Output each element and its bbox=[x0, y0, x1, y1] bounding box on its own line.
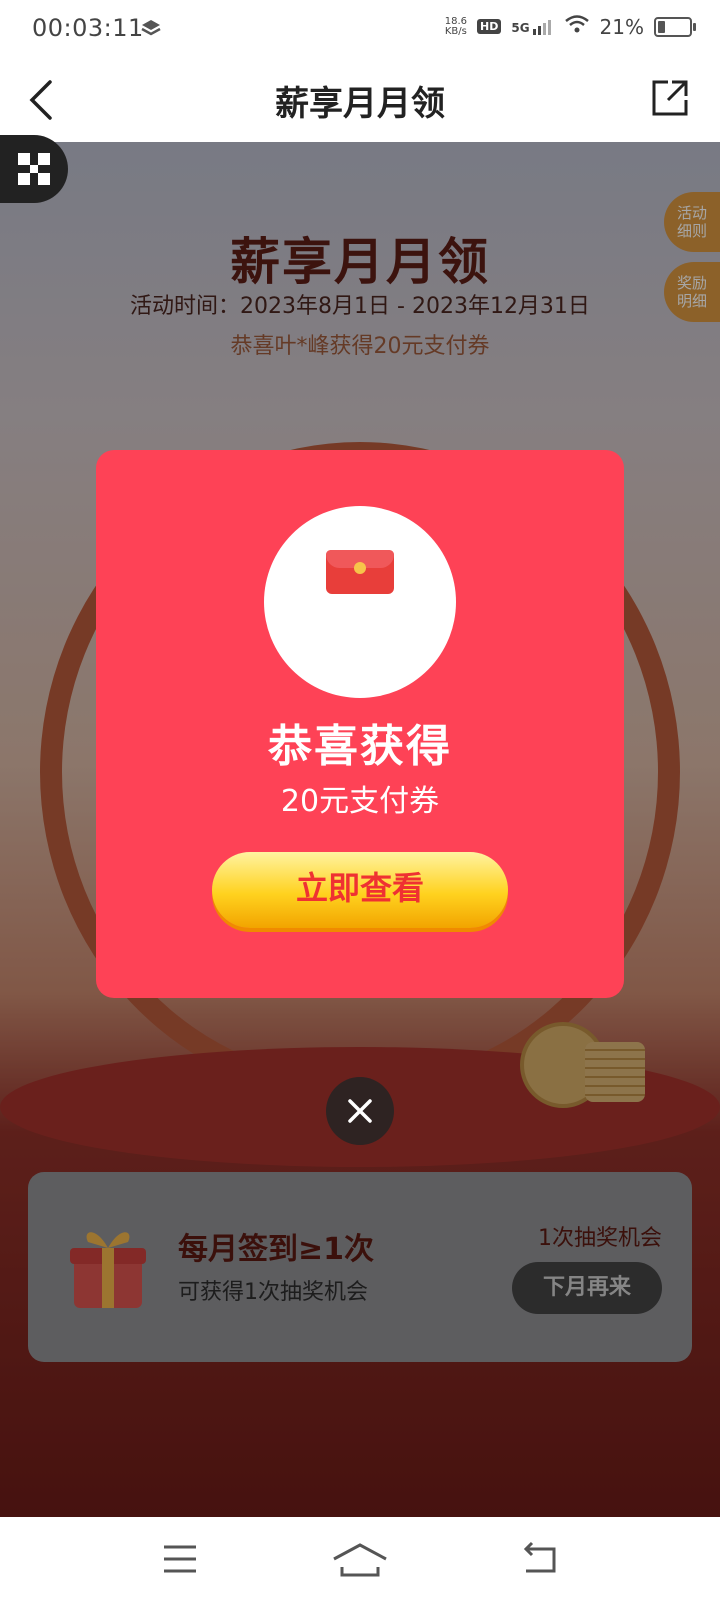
menu-icon[interactable] bbox=[158, 1537, 202, 1581]
qr-icon bbox=[18, 153, 50, 185]
status-bar: 00:03:11 18.6 KB/s HD 5G 21% bbox=[0, 0, 720, 58]
close-modal-button[interactable] bbox=[326, 1077, 394, 1145]
network-label: 5G bbox=[511, 20, 530, 35]
battery-percent: 21% bbox=[599, 14, 644, 39]
prize-modal: 恭喜获得 20元支付券 立即查看 bbox=[96, 450, 624, 998]
signal-5g-icon: 5G bbox=[511, 19, 553, 35]
share-icon[interactable] bbox=[650, 78, 690, 118]
view-now-button[interactable]: 立即查看 bbox=[212, 852, 508, 928]
status-time: 00:03:11 bbox=[32, 14, 144, 42]
nav-bar: 薪享月月领 bbox=[0, 58, 720, 142]
close-icon bbox=[348, 1099, 372, 1123]
prize-icon-circle bbox=[264, 506, 456, 698]
system-nav-bar bbox=[0, 1517, 720, 1600]
status-right: 18.6 KB/s HD 5G 21% bbox=[444, 14, 696, 39]
modal-prize: 20元支付券 bbox=[280, 784, 440, 819]
floating-qr-button[interactable] bbox=[0, 135, 68, 203]
hd-badge: HD bbox=[477, 19, 502, 34]
net-speed-unit: KB/s bbox=[444, 25, 467, 37]
red-envelope-icon bbox=[326, 550, 394, 594]
modal-title: 恭喜获得 bbox=[268, 721, 452, 772]
layers-icon bbox=[140, 18, 162, 44]
battery-icon bbox=[654, 16, 696, 37]
page-title: 薪享月月领 bbox=[275, 84, 445, 124]
back-nav-icon[interactable] bbox=[518, 1537, 562, 1581]
home-icon[interactable] bbox=[330, 1537, 390, 1581]
net-speed: 18.6 KB/s bbox=[444, 15, 467, 37]
net-speed-value: 18.6 bbox=[444, 15, 467, 27]
wifi-icon bbox=[564, 14, 590, 39]
